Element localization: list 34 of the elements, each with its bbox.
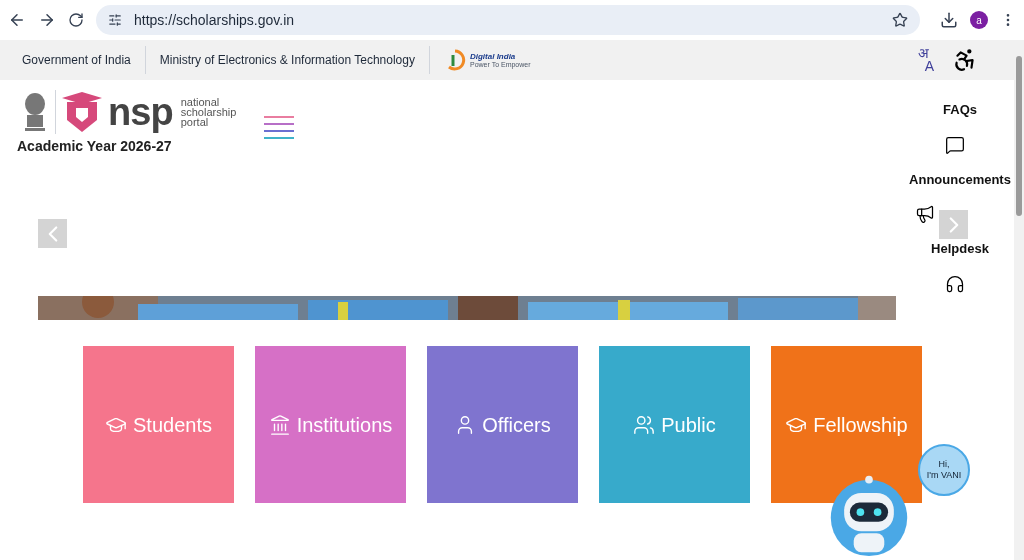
digital-india-text: Digital India	[469, 52, 517, 61]
logo-caption: scholarship	[180, 107, 237, 117]
hamburger-menu-icon[interactable]	[264, 114, 295, 140]
logo-caption: portal	[180, 117, 209, 127]
site-settings-icon[interactable]	[108, 13, 122, 27]
academic-year: Academic Year 2026-27	[17, 137, 173, 156]
address-bar[interactable]: https://scholarships.gov.in	[96, 5, 920, 35]
language-toggle[interactable]: अ A	[917, 47, 934, 73]
bank-icon	[268, 413, 291, 436]
reload-icon[interactable]	[68, 12, 84, 28]
graduation-shield-icon	[62, 90, 102, 134]
megaphone-icon[interactable]	[915, 204, 935, 224]
portal-tile[interactable]: Officers	[427, 346, 578, 503]
download-icon[interactable]	[940, 11, 958, 29]
nsp-logo-text: nsp	[108, 93, 173, 131]
profile-avatar[interactable]: a	[970, 11, 988, 29]
people-icon	[633, 413, 656, 436]
language-letter: A	[924, 60, 934, 73]
back-icon[interactable]	[8, 11, 26, 29]
language-letter: अ	[917, 47, 929, 60]
chat-icon[interactable]	[945, 134, 965, 155]
government-link[interactable]: Government of India	[22, 46, 146, 74]
chatbot-greeting: Hi,	[938, 459, 950, 470]
headset-icon[interactable]	[945, 273, 965, 294]
forward-icon[interactable]	[38, 11, 56, 29]
side-link[interactable]: Announcements	[909, 169, 1011, 189]
government-link[interactable]: Ministry of Electronics & Information Technology	[159, 46, 430, 74]
bookmark-star-icon[interactable]	[892, 12, 908, 28]
logo-caption: national	[180, 97, 221, 107]
side-link[interactable]: Helpdesk	[931, 239, 989, 259]
chatbot-name: I'm VANI	[926, 470, 962, 481]
url-text: https://scholarships.gov.in	[134, 10, 296, 30]
side-link[interactable]: FAQs	[943, 100, 977, 120]
chatbot-speech-bubble[interactable]: Hi, I'm VANI	[918, 444, 970, 496]
